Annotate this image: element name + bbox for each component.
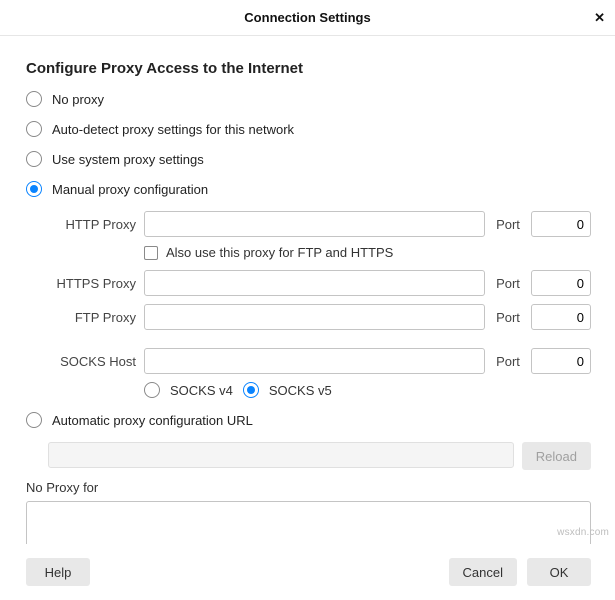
option-label: Manual proxy configuration: [52, 182, 208, 197]
option-label: Auto-detect proxy settings for this netw…: [52, 122, 294, 137]
socks-host-row: SOCKS Host Port: [52, 348, 591, 374]
reload-button: Reload: [522, 442, 591, 470]
http-proxy-row: HTTP Proxy Port: [52, 211, 591, 237]
also-use-proxy-row[interactable]: Also use this proxy for FTP and HTTPS: [144, 245, 591, 260]
socks-host-label: SOCKS Host: [52, 354, 136, 369]
option-manual-proxy[interactable]: Manual proxy configuration: [26, 181, 591, 197]
close-icon[interactable]: ✕: [594, 0, 605, 36]
https-proxy-row: HTTPS Proxy Port: [52, 270, 591, 296]
radio-icon[interactable]: [26, 151, 42, 167]
no-proxy-for-input[interactable]: [26, 501, 591, 544]
radio-icon[interactable]: [243, 382, 259, 398]
title-bar: Connection Settings ✕: [0, 0, 615, 36]
option-no-proxy[interactable]: No proxy: [26, 91, 591, 107]
radio-icon[interactable]: [26, 121, 42, 137]
dialog-title: Connection Settings: [244, 10, 370, 25]
option-auto-config-url[interactable]: Automatic proxy configuration URL: [26, 412, 591, 428]
socks-version-row: SOCKS v4 SOCKS v5: [144, 382, 591, 398]
section-heading: Configure Proxy Access to the Internet: [26, 60, 591, 77]
option-label: No proxy: [52, 92, 104, 107]
option-auto-detect[interactable]: Auto-detect proxy settings for this netw…: [26, 121, 591, 137]
https-proxy-label: HTTPS Proxy: [52, 276, 136, 291]
http-proxy-label: HTTP Proxy: [52, 217, 136, 232]
radio-icon[interactable]: [26, 91, 42, 107]
http-proxy-input[interactable]: [144, 211, 485, 237]
port-label: Port: [493, 310, 523, 325]
dialog-body: Configure Proxy Access to the Internet N…: [0, 36, 615, 544]
option-label: Use system proxy settings: [52, 152, 204, 167]
radio-icon[interactable]: [26, 181, 42, 197]
cancel-button[interactable]: Cancel: [449, 558, 517, 586]
also-use-label: Also use this proxy for FTP and HTTPS: [166, 245, 393, 260]
https-port-input[interactable]: [531, 270, 591, 296]
auto-config-url-input: [48, 442, 514, 468]
ftp-port-input[interactable]: [531, 304, 591, 330]
option-label: Automatic proxy configuration URL: [52, 413, 253, 428]
help-button[interactable]: Help: [26, 558, 90, 586]
port-label: Port: [493, 217, 523, 232]
no-proxy-for-label: No Proxy for: [26, 480, 591, 495]
radio-icon[interactable]: [144, 382, 160, 398]
ftp-proxy-row: FTP Proxy Port: [52, 304, 591, 330]
dialog-footer: Help Cancel OK: [0, 544, 615, 600]
checkbox-icon[interactable]: [144, 246, 158, 260]
https-proxy-input[interactable]: [144, 270, 485, 296]
port-label: Port: [493, 354, 523, 369]
ftp-proxy-input[interactable]: [144, 304, 485, 330]
socks-host-input[interactable]: [144, 348, 485, 374]
port-label: Port: [493, 276, 523, 291]
socks-v4-label[interactable]: SOCKS v4: [170, 383, 233, 398]
ftp-proxy-label: FTP Proxy: [52, 310, 136, 325]
http-port-input[interactable]: [531, 211, 591, 237]
socks-port-input[interactable]: [531, 348, 591, 374]
manual-config-block: HTTP Proxy Port Also use this proxy for …: [52, 211, 591, 398]
socks-v5-label[interactable]: SOCKS v5: [269, 383, 332, 398]
ok-button[interactable]: OK: [527, 558, 591, 586]
radio-icon[interactable]: [26, 412, 42, 428]
option-system-proxy[interactable]: Use system proxy settings: [26, 151, 591, 167]
auto-config-url-row: Reload: [48, 442, 591, 470]
